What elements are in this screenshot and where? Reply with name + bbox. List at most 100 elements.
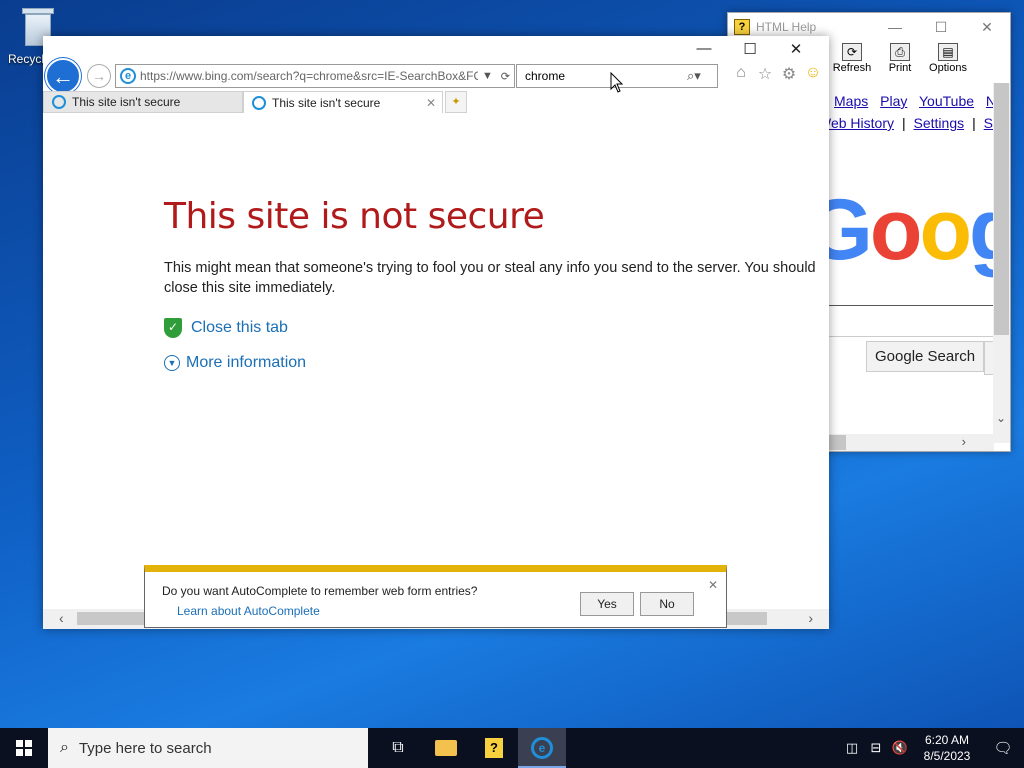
learn-autocomplete-link[interactable]: Learn about AutoComplete [177,604,320,618]
ie-tab-icon [52,95,66,109]
google-account-links: Web History| Settings| Sign in [818,115,994,131]
print-icon: ⎙ [890,43,910,61]
link-youtube[interactable]: YouTube [919,93,974,109]
scroll-right-icon[interactable]: › [962,434,966,449]
options-button[interactable]: ▤ Options [924,41,972,81]
minimize-button[interactable]: — [681,40,727,58]
no-button[interactable]: No [640,592,694,616]
error-line-2: close this site immediately. [164,280,336,296]
options-label: Options [929,62,967,74]
close-this-tab-link[interactable]: ✓ Close this tab [164,318,288,338]
print-label: Print [888,62,912,74]
page-title: This site is not secure [164,196,545,237]
minimize-button[interactable]: — [872,19,918,36]
tab-title: This site isn't secure [72,95,181,109]
forward-arrow-icon: → [92,68,106,84]
tools-gear-icon[interactable]: ⚙ [777,64,801,84]
start-button[interactable] [0,728,48,768]
taskbar-search[interactable]: ⌕ Type here to search [48,728,368,768]
error-line-1: This might mean that someone's trying to… [164,260,816,276]
refresh-label: Refresh [832,62,872,74]
tab-1[interactable]: This site isn't secure [43,91,243,113]
close-tab-icon[interactable]: ✕ [426,96,436,110]
link-play[interactable]: Play [880,93,907,109]
meet-now-icon[interactable]: ◫ [840,740,864,756]
recycle-bin-label: Recycle Bin [8,52,48,66]
link-web-history[interactable]: Web History [818,115,894,131]
scroll-left-icon[interactable]: ‹ [59,610,64,626]
google-top-links: Maps Play YouTube News [834,93,994,109]
help-window-title: HTML Help [756,20,817,34]
chevron-down-icon: ▼ [164,355,180,371]
tab-strip: This site isn't secure This site isn't s… [43,91,467,113]
file-explorer-button[interactable] [422,728,470,768]
internet-explorer-icon: e [531,737,553,759]
taskbar: ⌕ Type here to search ⧉ ? e ◫ ⊟ 🔇 6:20 A… [0,728,1024,768]
home-icon[interactable]: ⌂ [729,64,753,84]
ie-page-icon: e [120,68,136,84]
search-input[interactable]: chrome [525,69,687,83]
forward-button[interactable]: → [87,64,111,88]
clock[interactable]: 6:20 AM 8/5/2023 [912,732,982,764]
clock-date: 8/5/2023 [923,749,971,763]
address-dropdown-icon[interactable]: ▼ [482,70,493,83]
new-tab-button[interactable]: ✦ [445,91,467,113]
close-button[interactable]: ✕ [773,40,819,58]
volume-muted-icon[interactable]: 🔇 [888,740,912,756]
scroll-right-icon[interactable]: › [808,610,813,626]
ie-taskbar-button[interactable]: e [518,728,566,768]
address-url[interactable]: https://www.bing.com/search?q=chrome&src… [140,69,478,83]
options-icon: ▤ [938,43,958,61]
new-tab-icon: ✦ [451,96,461,108]
more-information-link[interactable]: ▼ More information [164,354,306,372]
divider [828,305,994,306]
feedback-smiley-icon[interactable]: ☺ [801,64,825,84]
refresh-icon[interactable]: ⟳ [501,70,510,83]
refresh-icon: ⟳ [842,43,862,61]
favorites-star-icon[interactable]: ☆ [753,64,777,84]
scroll-thumb[interactable] [994,83,1009,335]
yes-button[interactable]: Yes [580,592,634,616]
maximize-button[interactable]: ☐ [727,40,773,58]
google-search-button[interactable]: Google Search [866,341,985,372]
help-app-icon: ? [485,738,503,758]
taskbar-search-placeholder: Type here to search [78,739,212,757]
tab-2-active[interactable]: This site isn't secure ✕ [243,91,443,113]
autocomplete-question: Do you want AutoComplete to remember web… [162,584,478,598]
google-search-input[interactable] [828,311,994,337]
task-view-icon: ⧉ [392,739,404,756]
autocomplete-notification: Do you want AutoComplete to remember web… [144,565,727,628]
close-this-tab-label: Close this tab [191,319,288,336]
ie-window[interactable]: — ☐ ✕ ← → e https://www.bing.com/search?… [43,36,829,629]
mouse-cursor-icon [610,72,624,93]
search-icon[interactable]: ⌕▾ [687,68,717,84]
clock-time: 6:20 AM [924,733,970,747]
task-view-button[interactable]: ⧉ [374,728,422,768]
close-notification-icon[interactable]: ✕ [708,578,718,592]
tab-title: This site isn't secure [272,95,381,110]
more-information-label: More information [186,354,307,371]
back-button[interactable]: ← [45,58,81,94]
close-button[interactable]: ✕ [964,19,1010,36]
help-app-icon: ? [734,19,750,35]
back-arrow-icon: ← [52,64,74,89]
help-vertical-scrollbar[interactable]: ⌄ [993,83,1010,443]
google-logo: Google [806,182,994,278]
system-tray: ◫ ⊟ 🔇 6:20 AM 8/5/2023 🗨 [840,728,1024,768]
refresh-button[interactable]: ⟳ Refresh [828,41,876,81]
scroll-down-icon[interactable]: ⌄ [996,411,1006,425]
ie-toolbar: — ☐ ✕ ← → e https://www.bing.com/search?… [43,36,829,114]
search-icon: ⌕ [60,739,69,756]
address-bar[interactable]: e https://www.bing.com/search?q=chrome&s… [115,64,515,88]
link-maps[interactable]: Maps [834,93,868,109]
notifications-icon[interactable]: 🗨 [982,739,1024,757]
print-button[interactable]: ⎙ Print [876,41,924,81]
ie-tab-icon [252,95,266,110]
error-description: This might mean that someone's trying to… [164,258,829,298]
maximize-button[interactable]: ☐ [918,19,964,36]
html-help-taskbar-button[interactable]: ? [470,728,518,768]
link-settings[interactable]: Settings [914,115,965,131]
shield-check-icon: ✓ [164,318,182,338]
windows-logo-icon [16,740,32,756]
network-icon[interactable]: ⊟ [864,740,888,756]
